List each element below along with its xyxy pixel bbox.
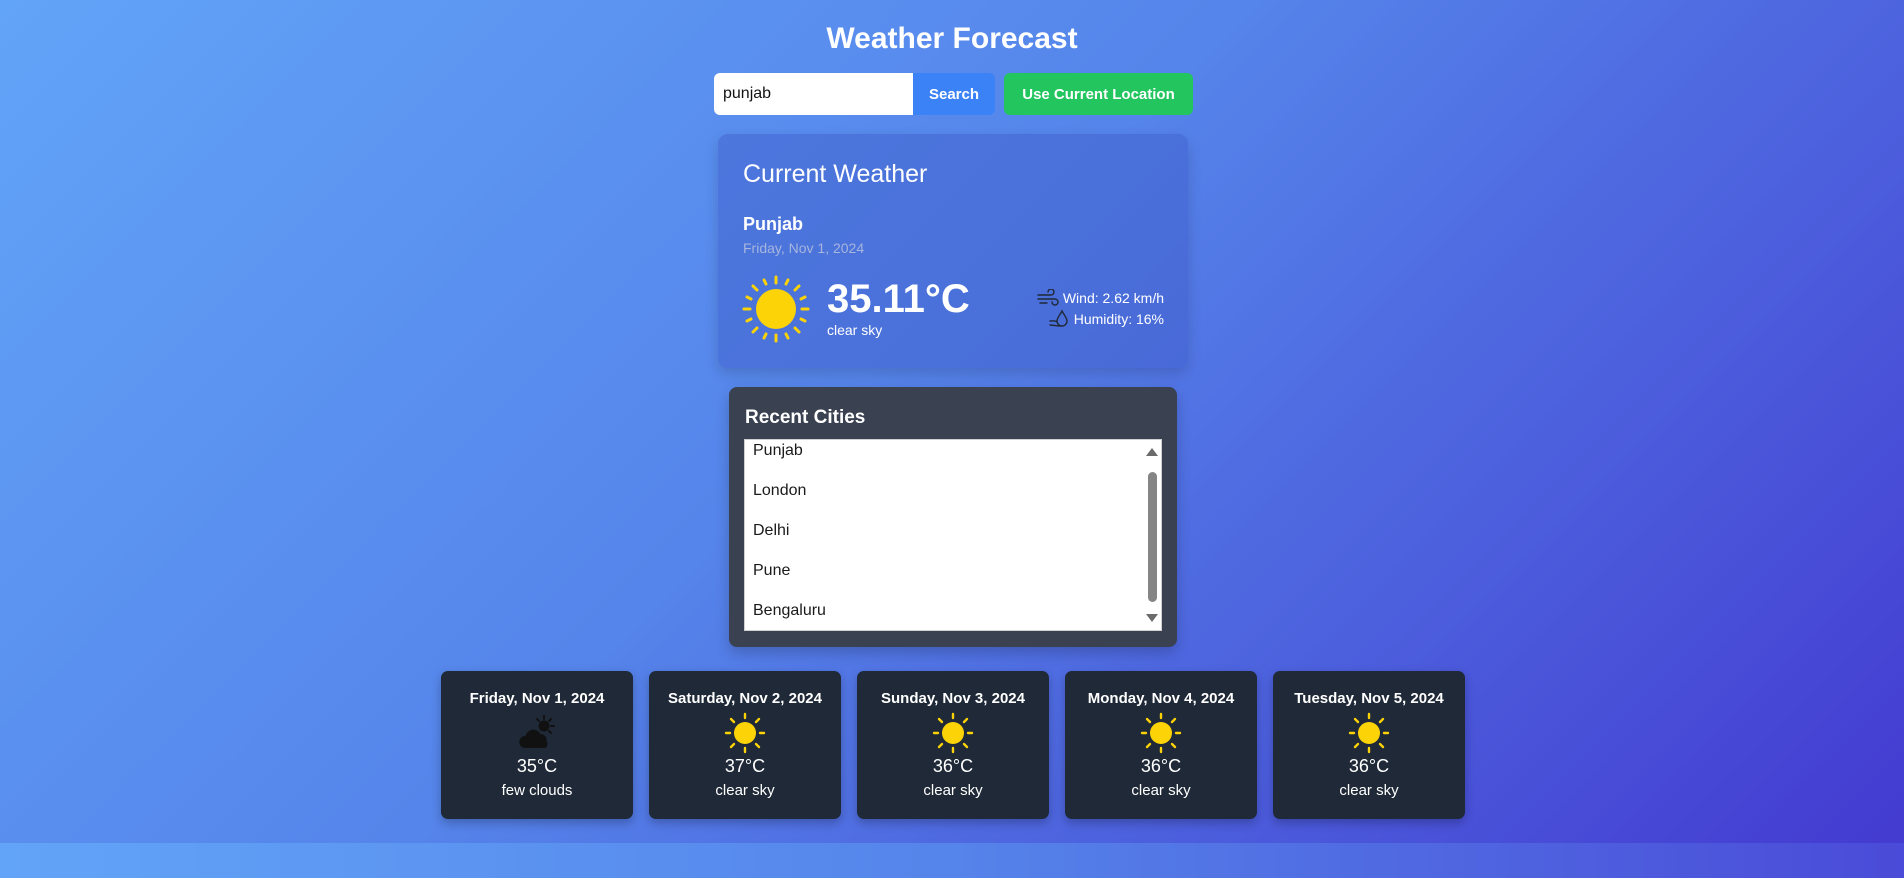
forecast-description: few clouds — [501, 782, 573, 799]
scroll-down-arrow-icon[interactable] — [1146, 614, 1158, 622]
current-temperature: 35.11°C — [827, 277, 970, 321]
current-city: Punjab — [743, 214, 804, 234]
forecast-temp: 36°C — [1348, 756, 1390, 776]
forecast-temp: 36°C — [1140, 756, 1182, 776]
sun-icon — [742, 275, 810, 343]
sun-icon — [724, 712, 766, 754]
forecast-temp: 37°C — [724, 756, 766, 776]
page-title: Weather Forecast — [826, 22, 1078, 55]
sun-icon — [1348, 712, 1390, 754]
forecast-card: Monday, Nov 4, 2024 36°C clear sky — [1065, 671, 1257, 819]
recent-cities-card: Recent Cities Punjab London Delhi Pune B… — [729, 387, 1177, 647]
humidity-row: Humidity: 16% — [1037, 308, 1164, 329]
forecast-card: Tuesday, Nov 5, 2024 36°C clear sky — [1273, 671, 1465, 819]
search-input[interactable] — [714, 73, 913, 115]
forecast-date: Monday, Nov 4, 2024 — [1087, 690, 1235, 707]
forecast-card: Sunday, Nov 3, 2024 36°C clear sky — [857, 671, 1049, 819]
footer-bar — [0, 843, 1904, 878]
current-description: clear sky — [827, 322, 883, 338]
forecast-row: Friday, Nov 1, 2024 35°C few clouds Satu… — [441, 671, 1465, 819]
forecast-temp: 36°C — [932, 756, 974, 776]
recent-city-item[interactable]: Delhi — [753, 522, 789, 540]
search-button[interactable]: Search — [913, 73, 995, 115]
recent-list-scrollbar[interactable] — [1144, 440, 1161, 630]
forecast-card: Saturday, Nov 2, 2024 37°C clear sky — [649, 671, 841, 819]
current-date: Friday, Nov 1, 2024 — [743, 240, 865, 256]
forecast-date: Friday, Nov 1, 2024 — [469, 690, 605, 707]
wind-row: Wind: 2.62 km/h — [1037, 287, 1164, 308]
recent-city-item[interactable]: Pune — [753, 562, 790, 580]
forecast-description: clear sky — [1339, 782, 1399, 799]
sun-icon — [1140, 712, 1182, 754]
forecast-date: Sunday, Nov 3, 2024 — [881, 690, 1025, 707]
forecast-card: Friday, Nov 1, 2024 35°C few clouds — [441, 671, 633, 819]
recent-city-item[interactable]: Bengaluru — [753, 602, 826, 620]
forecast-description: clear sky — [1131, 782, 1191, 799]
recent-city-item[interactable]: Punjab — [753, 442, 803, 460]
current-weather-heading: Current Weather — [743, 160, 928, 188]
humidity-value: Humidity: 16% — [1073, 310, 1164, 327]
page: Weather Forecast Search Use Current Loca… — [0, 0, 1904, 878]
forecast-description: clear sky — [715, 782, 775, 799]
recent-cities-title: Recent Cities — [745, 407, 866, 428]
use-current-location-button[interactable]: Use Current Location — [1004, 73, 1193, 115]
forecast-date: Tuesday, Nov 5, 2024 — [1294, 690, 1444, 707]
forecast-temp: 35°C — [516, 756, 558, 776]
search-bar: Search Use Current Location — [714, 73, 1193, 115]
scroll-thumb[interactable] — [1148, 472, 1157, 602]
current-weather-card: Current Weather Punjab Friday, Nov 1, 20… — [718, 134, 1188, 368]
cloud-sun-icon — [519, 715, 555, 748]
recent-city-item[interactable]: London — [753, 482, 806, 500]
humidity-icon — [1049, 308, 1068, 327]
current-details: Wind: 2.62 km/h Humidity: 16% — [1037, 287, 1164, 329]
forecast-date: Saturday, Nov 2, 2024 — [668, 690, 822, 707]
sun-icon — [932, 712, 974, 754]
recent-cities-list[interactable]: Punjab London Delhi Pune Bengaluru — [744, 439, 1162, 631]
wind-value: Wind: 2.62 km/h — [1062, 289, 1164, 306]
scroll-up-arrow-icon[interactable] — [1146, 448, 1158, 456]
forecast-description: clear sky — [923, 782, 983, 799]
wind-icon — [1037, 288, 1059, 306]
